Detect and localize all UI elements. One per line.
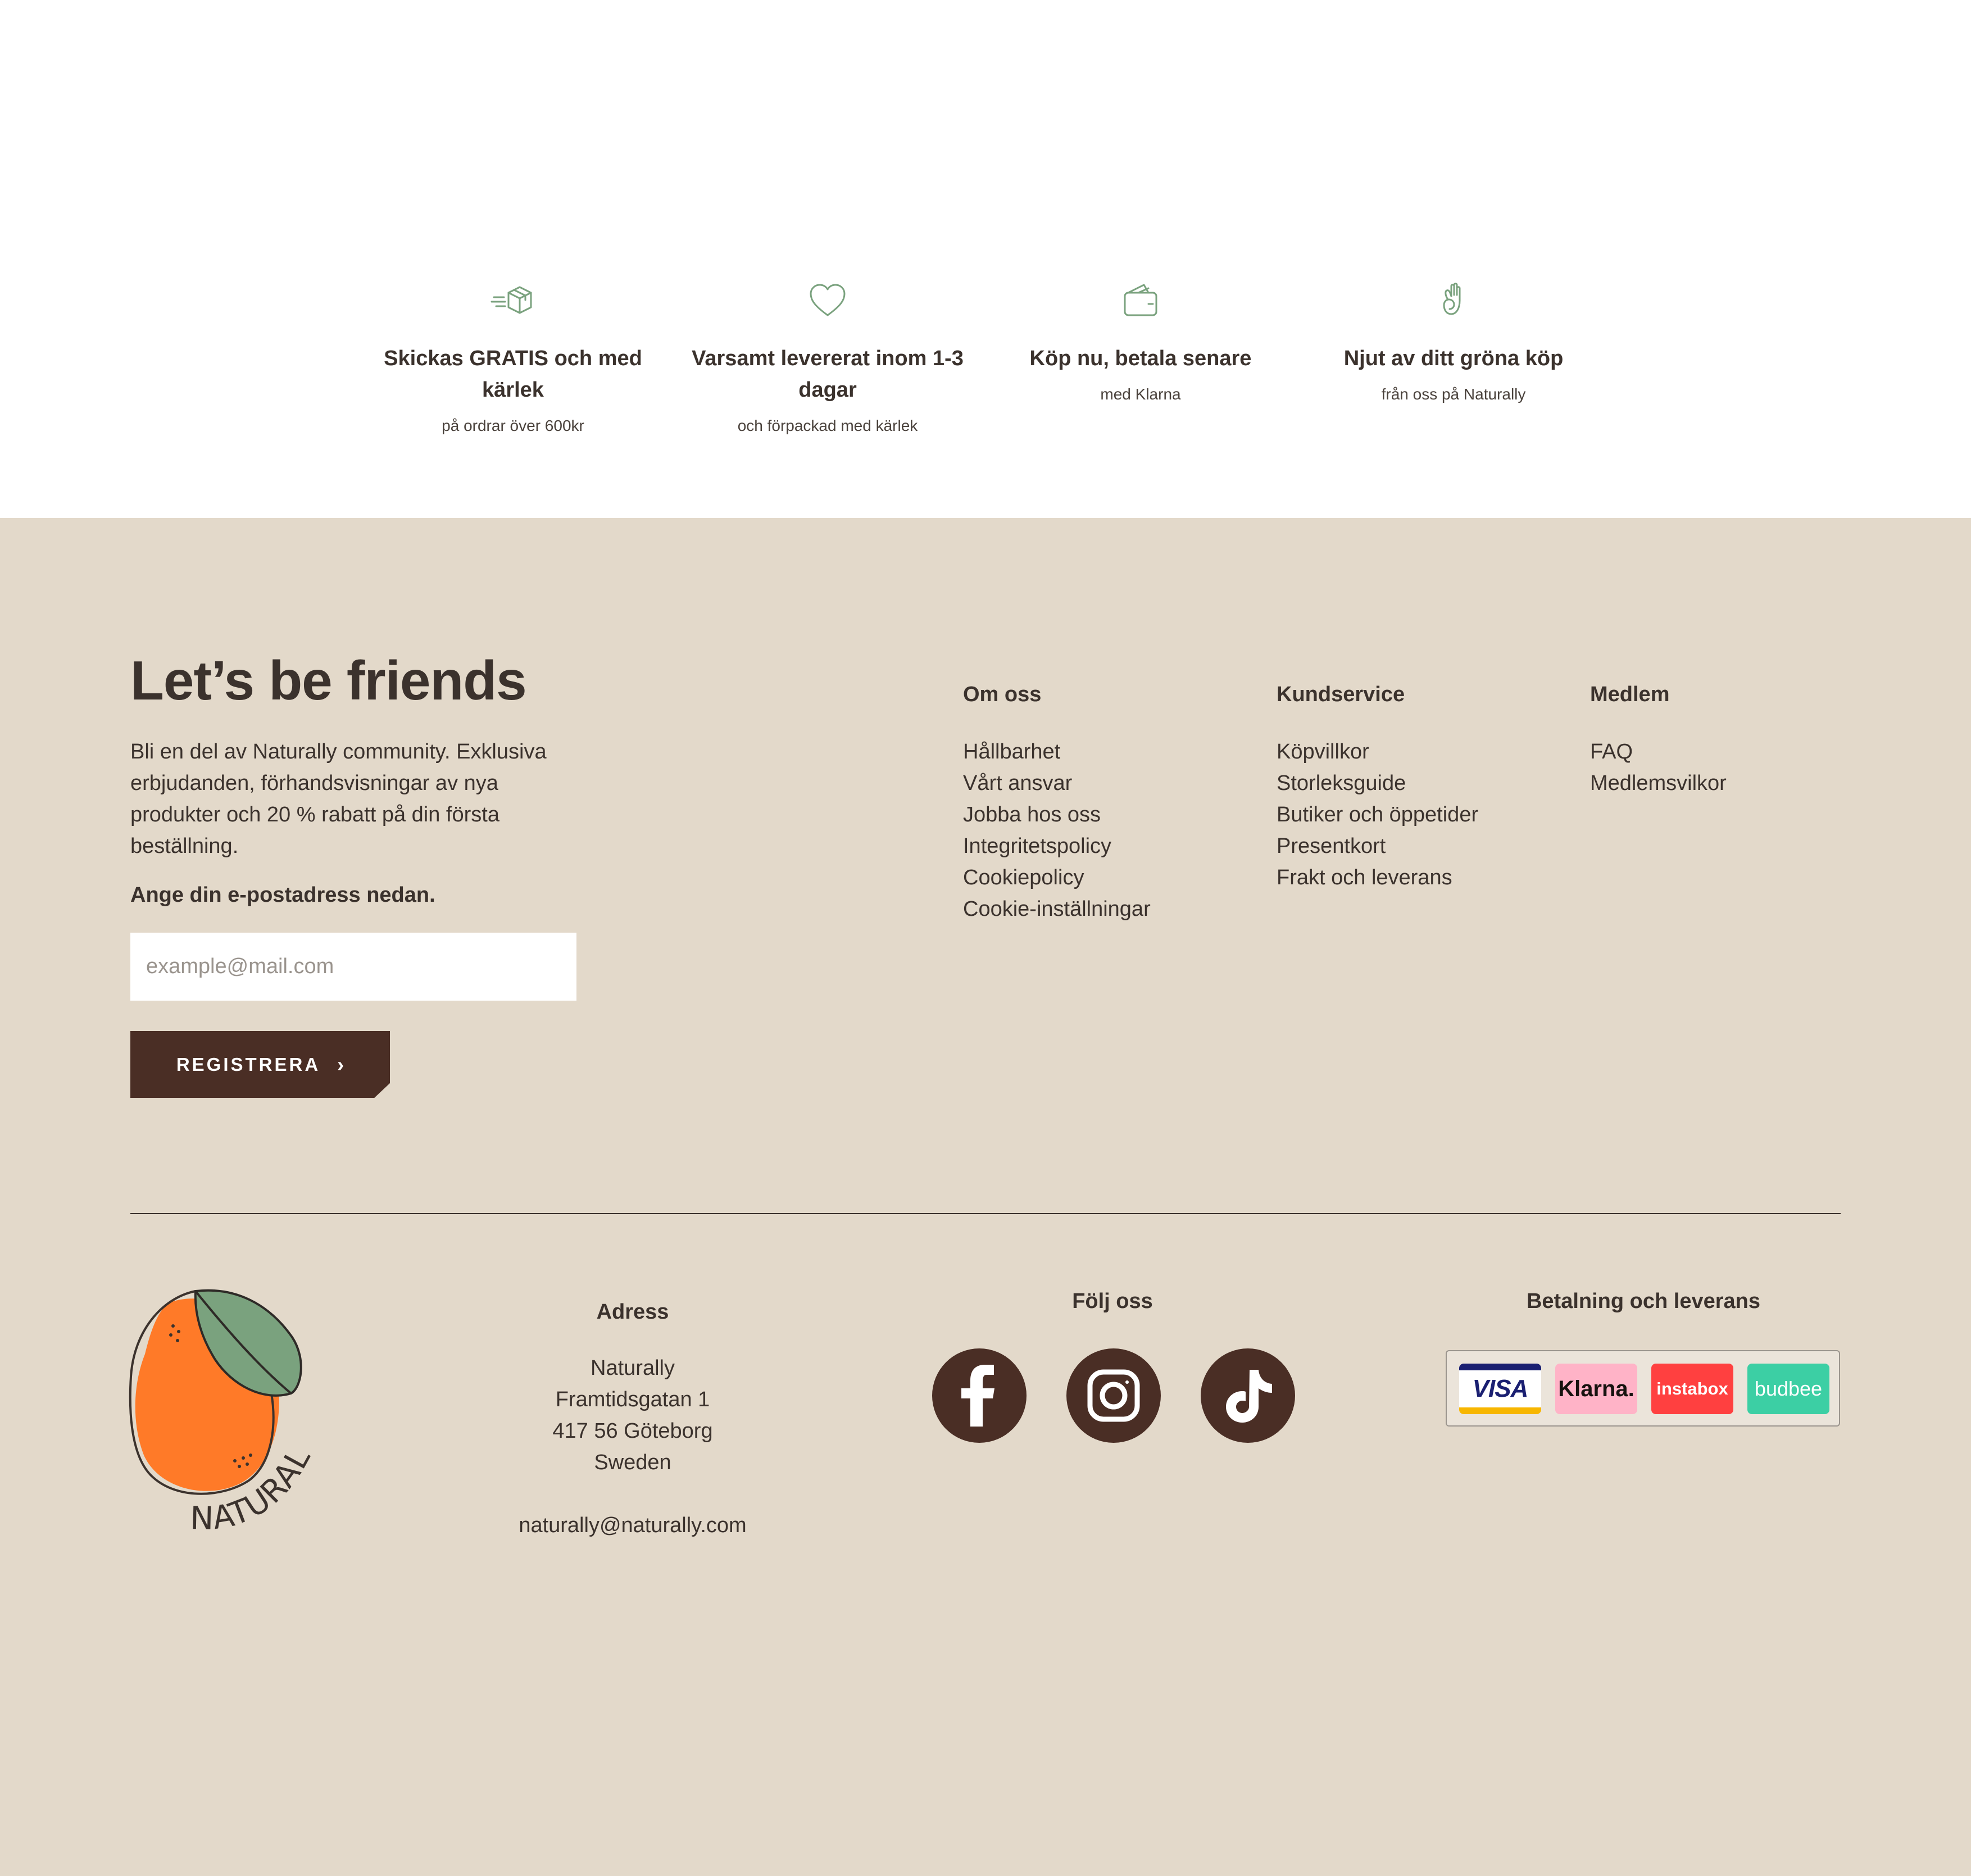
wallet-icon <box>1124 284 1157 316</box>
footer-link[interactable]: Integritetspolicy <box>963 830 1151 862</box>
footer-link[interactable]: Frakt och leverans <box>1277 862 1478 893</box>
usp-title: Köp nu, betala senare <box>1029 347 1252 370</box>
visa-logo: VISA <box>1459 1364 1541 1414</box>
ok-hand-icon <box>1443 283 1461 315</box>
instabox-label: instabox <box>1656 1379 1728 1398</box>
payment-methods: VISA Klarna. instabox budbee <box>1446 1350 1840 1427</box>
address-line: Naturally <box>591 1356 675 1380</box>
newsletter-prompt: Ange din e-postadress nedan. <box>130 883 435 907</box>
newsletter-intro: Bli en del av Naturally community. Exklu… <box>130 740 547 858</box>
usp-pay-later: Köp nu, betala senare med Klarna <box>994 278 1287 406</box>
footer-column-om-oss: Om oss Hållbarhet Vårt ansvar Jobba hos … <box>963 683 1151 925</box>
footer-column-title: Kundservice <box>1277 683 1405 706</box>
footer-link[interactable]: Presentkort <box>1277 830 1478 862</box>
budbee-label: budbee <box>1754 1377 1823 1400</box>
usp-free-shipping: Skickas GRATIS och med kärlek på ordrar … <box>367 278 659 437</box>
usp-title: Skickas GRATIS och med kärlek <box>384 347 642 402</box>
usp-subtitle: och förpackad med kärlek <box>737 417 918 434</box>
budbee-logo: budbee <box>1747 1364 1829 1414</box>
visa-label: VISA <box>1472 1375 1529 1402</box>
instagram-icon[interactable] <box>1066 1348 1161 1443</box>
usp-enjoy: Njut av ditt gröna köp från oss på Natur… <box>1307 278 1600 406</box>
footer-link[interactable]: Hållbarhet <box>963 736 1151 767</box>
footer-payment: Betalning och leverans VISA Klarna. inst… <box>1444 1289 1843 1427</box>
social-title: Följ oss <box>1072 1289 1153 1313</box>
footer-column-kundservice: Kundservice Köpvillkor Storleksguide But… <box>1277 683 1478 893</box>
payment-title: Betalning och leverans <box>1526 1289 1760 1313</box>
footer-column-title: Medlem <box>1590 683 1670 706</box>
usp-subtitle: från oss på Naturally <box>1381 385 1526 403</box>
klarna-logo: Klarna. <box>1555 1364 1637 1414</box>
footer-link[interactable]: Butiker och öppetider <box>1277 799 1478 830</box>
register-button[interactable]: REGISTRERA › <box>130 1031 390 1098</box>
footer-divider <box>130 1213 1841 1214</box>
facebook-icon[interactable] <box>932 1348 1027 1443</box>
klarna-label: Klarna. <box>1558 1376 1634 1401</box>
usp-title: Njut av ditt gröna köp <box>1343 347 1564 370</box>
social-icons <box>932 1348 1303 1444</box>
footer-link[interactable]: Jobba hos oss <box>963 799 1151 830</box>
email-input[interactable] <box>130 933 576 1001</box>
footer-social: Följ oss <box>921 1289 1304 1443</box>
footer-column-title: Om oss <box>963 683 1042 706</box>
footer-link[interactable]: FAQ <box>1590 736 1727 767</box>
heart-icon <box>810 284 846 316</box>
newsletter-headline: Let’s be friends <box>130 649 527 711</box>
delivery-box-icon <box>491 286 532 314</box>
footer-link[interactable]: Vårt ansvar <box>963 767 1151 799</box>
footer-link[interactable]: Cookiepolicy <box>963 862 1151 893</box>
address-title: Adress <box>596 1300 669 1324</box>
instabox-logo: instabox <box>1651 1364 1733 1414</box>
footer-link[interactable]: Medlemsvilkor <box>1590 767 1727 799</box>
usp-title: Varsamt levererat inom 1-3 dagar <box>692 347 964 402</box>
footer-column-medlem: Medlem FAQ Medlemsvilkor <box>1590 683 1727 799</box>
tiktok-icon[interactable] <box>1201 1348 1295 1443</box>
naturally-logo[interactable]: NATURALLY <box>128 1281 342 1539</box>
usp-section: Skickas GRATIS och med kärlek på ordrar … <box>0 0 1971 518</box>
usp-subtitle: med Klarna <box>1100 385 1181 403</box>
register-button-label: REGISTRERA <box>176 1053 321 1075</box>
footer-link[interactable]: Köpvillkor <box>1277 736 1478 767</box>
chevron-right-icon: › <box>337 1052 344 1076</box>
contact-email-link[interactable]: naturally@naturally.com <box>464 1510 801 1541</box>
usp-gentle-delivery: Varsamt levererat inom 1-3 dagar och för… <box>682 278 974 437</box>
usp-subtitle: på ordrar över 600kr <box>442 417 584 434</box>
address-line: Framtidsgatan 1 <box>555 1388 710 1411</box>
footer-link[interactable]: Storleksguide <box>1277 767 1478 799</box>
footer-address: Adress Naturally Framtidsgatan 1 417 56 … <box>464 1300 801 1541</box>
footer-link[interactable]: Cookie-inställningar <box>963 893 1151 925</box>
address-line: 417 56 Göteborg <box>552 1419 713 1443</box>
address-line: Sweden <box>594 1451 671 1474</box>
